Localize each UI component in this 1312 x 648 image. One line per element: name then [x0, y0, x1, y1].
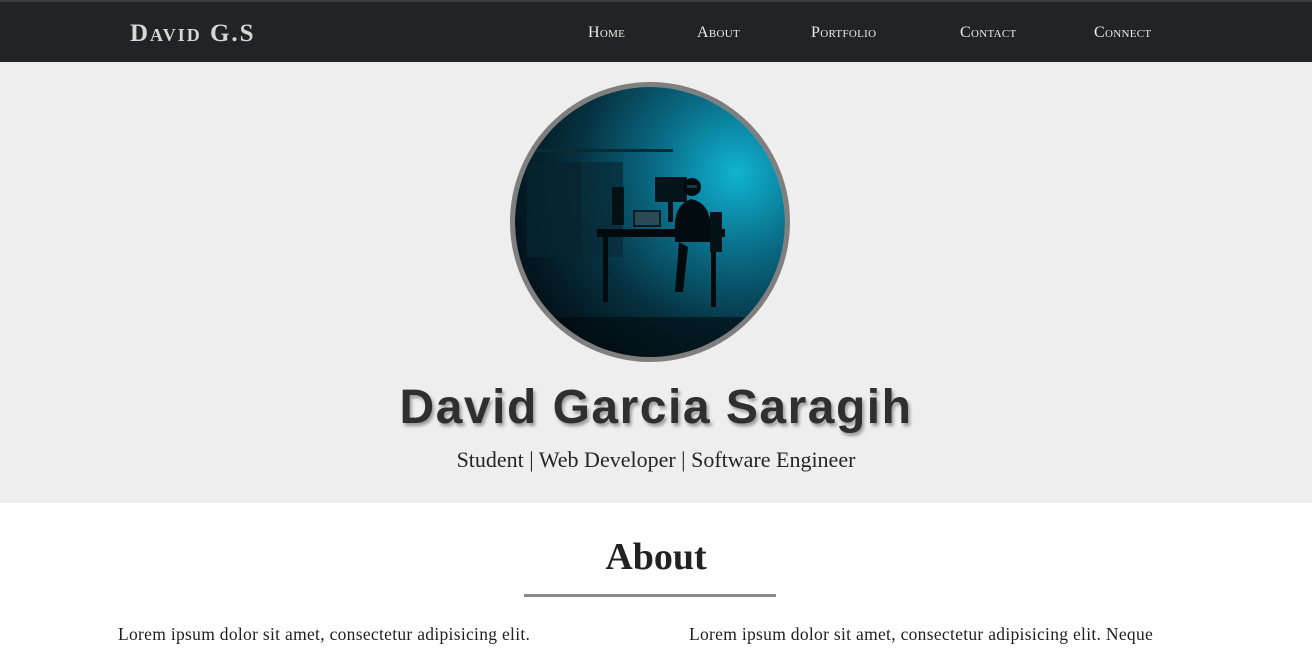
nav-contact-link[interactable]: Contact — [960, 24, 1017, 42]
hero-subtitle: Student | Web Developer | Software Engin… — [456, 447, 856, 472]
nav-about-link[interactable]: About — [697, 24, 740, 42]
profile-avatar — [510, 82, 790, 362]
about-title: About — [605, 536, 707, 578]
nav-portfolio-link[interactable]: Portfolio — [811, 24, 876, 42]
about-right-text: Lorem ipsum dolor sit amet, consectetur … — [689, 624, 1154, 644]
person-at-desk-illustration — [515, 87, 785, 357]
about-divider — [524, 594, 776, 597]
hero-name: David Garcia Saragih — [399, 381, 913, 434]
hero-section: David Garcia Saragih Student | Web Devel… — [0, 62, 1312, 503]
about-left-text: Lorem ipsum dolor sit amet, consectetur … — [118, 624, 531, 644]
navbar: David G.S Home About Portfolio Contact C… — [0, 0, 1312, 62]
nav-connect-link[interactable]: Connect — [1094, 24, 1151, 42]
nav-home-link[interactable]: Home — [588, 24, 625, 42]
nav-links: Home About Portfolio Contact Connect — [0, 24, 1312, 46]
